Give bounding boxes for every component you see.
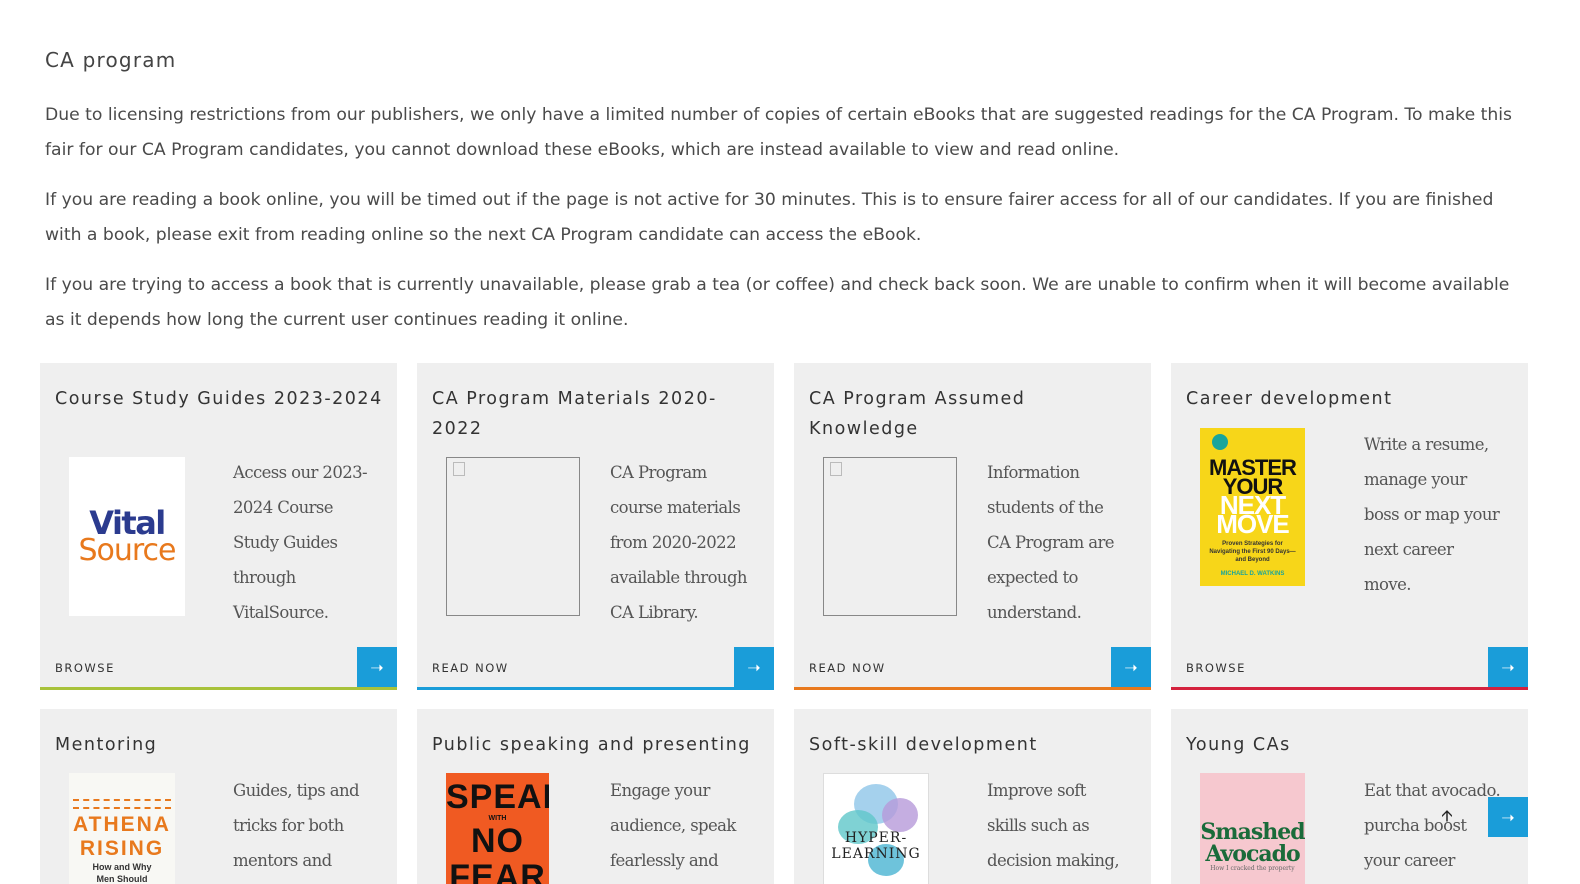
master-your-next-move-cover[interactable]: MASTER YOUR NEXT MOVE Proven Strategies … [1200,428,1305,586]
card-footer: BROWSE ➝ [40,646,397,690]
card-footer: READ NOW ➝ [417,646,774,690]
arrow-right-icon[interactable]: ➝ [1488,647,1528,687]
card-description: Guides, tips and tricks for both mentors… [233,781,360,870]
accent-bar [40,687,397,690]
card-title: Soft-skill development [809,735,1038,755]
card-title: Public speaking and presenting [432,735,751,755]
arrow-right-icon[interactable]: ➝ [357,647,397,687]
accent-bar [1171,687,1528,690]
card-title: Mentoring [55,735,158,755]
badge-icon [1212,434,1228,450]
card-footer: READ NOW ➝ [794,646,1151,690]
intro-paragraph-3: If you are trying to access a book that … [45,275,1510,330]
read-now-link[interactable]: READ NOW [432,661,509,675]
card-description: Eat that avocado. purcha boost your care… [1364,781,1501,870]
card-ca-program-assumed-knowledge[interactable]: CA Program Assumed Knowledge Information… [794,363,1151,690]
intro-paragraph-1: Due to licensing restrictions from our p… [45,105,1512,160]
accent-bar [794,687,1151,690]
card-ca-program-materials[interactable]: CA Program Materials 2020-2022 CA Progra… [417,363,774,690]
card-mentoring[interactable]: Mentoring ATHENA RISING How and Why Men … [40,709,397,884]
arrow-right-icon[interactable]: ➝ [734,647,774,687]
arrow-right-icon[interactable]: ➝ [1488,797,1528,837]
hyper-learning-cover[interactable]: HYPER- LEARNING [823,773,929,884]
card-title: CA Program Assumed Knowledge [809,389,1026,439]
card-career-development[interactable]: Career development MASTER YOUR NEXT MOVE… [1171,363,1528,690]
card-description: Write a resume, manage your boss or map … [1364,435,1500,594]
image-icon [453,462,465,476]
card-description: Access our 2023-2024 Course Study Guides… [233,463,368,622]
smashed-avocado-cover[interactable]: Smashed Avocado How I cracked the proper… [1200,773,1305,884]
intro-paragraph-2: If you are reading a book online, you wi… [45,190,1494,245]
card-soft-skill-development[interactable]: Soft-skill development HYPER- LEARNING I… [794,709,1151,884]
speak-with-no-fear-cover[interactable]: SPEAK WITH NO FEAR [446,773,549,884]
broken-image-cover[interactable] [823,457,957,616]
card-title: CA Program Materials 2020-2022 [432,389,717,439]
athena-rising-cover[interactable]: ATHENA RISING How and Why Men Should [69,773,175,884]
card-title: Course Study Guides 2023-2024 [55,389,383,409]
accent-bar [417,687,774,690]
card-description: Information students of the CA Program a… [987,463,1115,622]
card-description: Engage your audience, speak fearlessly a… [610,781,736,870]
card-young-cas[interactable]: Young CAs Smashed Avocado How I cracked … [1171,709,1528,884]
vitalsource-cover[interactable]: Vital Source [69,457,185,616]
read-now-link[interactable]: READ NOW [809,661,886,675]
card-description: CA Program course materials from 2020-20… [610,463,748,622]
arrow-up-icon[interactable]: 🡩 [1438,806,1456,827]
arrow-right-icon[interactable]: ➝ [1111,647,1151,687]
section-title: CA program [45,48,177,72]
card-course-study-guides[interactable]: Course Study Guides 2023-2024 Vital Sour… [40,363,397,690]
blob-shape [882,798,918,832]
card-footer: BROWSE ➝ [1171,646,1528,690]
card-description: Improve soft skills such as decision mak… [987,781,1120,870]
browse-link[interactable]: BROWSE [1186,661,1246,675]
image-icon [830,462,842,476]
card-title: Career development [1186,389,1393,409]
card-title: Young CAs [1186,735,1291,755]
card-public-speaking[interactable]: Public speaking and presenting SPEAK WIT… [417,709,774,884]
broken-image-cover[interactable] [446,457,580,616]
browse-link[interactable]: BROWSE [55,661,115,675]
